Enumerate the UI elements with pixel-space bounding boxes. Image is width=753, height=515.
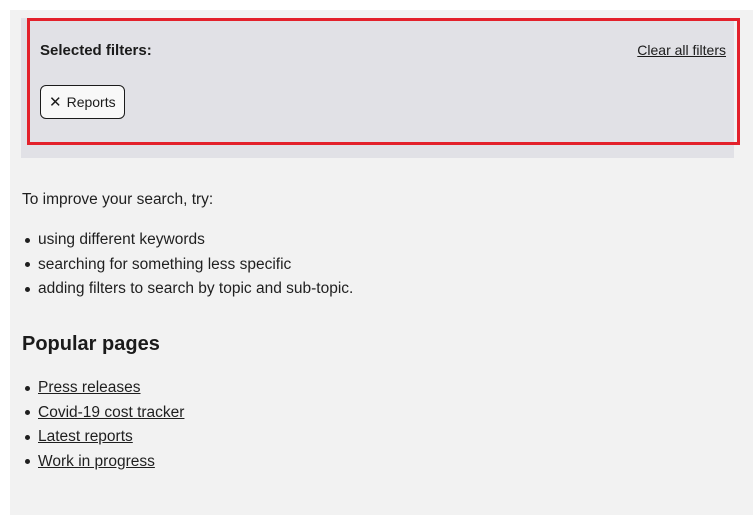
clear-all-filters-link[interactable]: Clear all filters bbox=[637, 42, 726, 58]
popular-pages-heading: Popular pages bbox=[22, 333, 160, 355]
selected-filters-panel bbox=[21, 18, 734, 158]
search-tips-intro: To improve your search, try: bbox=[22, 191, 214, 208]
filter-chip-label: Reports bbox=[66, 94, 116, 110]
bullet-icon bbox=[25, 262, 30, 268]
tip-text: searching for something less specific bbox=[38, 255, 292, 273]
bullet-icon bbox=[25, 434, 30, 440]
bullet-icon bbox=[25, 385, 30, 391]
bullet-icon bbox=[25, 410, 30, 416]
tip-text: adding filters to search by topic and su… bbox=[38, 280, 354, 297]
list-item: Work in progress bbox=[22, 450, 184, 475]
bullet-icon bbox=[25, 459, 30, 465]
list-item: Latest reports bbox=[22, 425, 184, 450]
link-latest-reports[interactable]: Latest reports bbox=[38, 425, 133, 450]
link-covid-19-cost-tracker[interactable]: Covid-19 cost tracker bbox=[38, 401, 184, 426]
selected-filters-heading: Selected filters: bbox=[40, 42, 152, 59]
link-press-releases[interactable]: Press releases bbox=[38, 376, 141, 401]
list-item: searching for something less specific bbox=[22, 253, 353, 278]
list-item: using different keywords bbox=[22, 228, 353, 253]
close-icon: ✕ bbox=[49, 93, 62, 111]
filter-chip-reports[interactable]: ✕ Reports bbox=[40, 85, 125, 119]
link-work-in-progress[interactable]: Work in progress bbox=[38, 450, 155, 475]
tip-text: using different keywords bbox=[38, 231, 205, 248]
list-item: adding filters to search by topic and su… bbox=[22, 277, 353, 302]
popular-pages-list: Press releases Covid-19 cost tracker Lat… bbox=[22, 376, 184, 474]
search-tips-list: using different keywords searching for s… bbox=[22, 228, 353, 302]
bullet-icon bbox=[25, 237, 30, 243]
bullet-icon bbox=[25, 286, 30, 292]
list-item: Covid-19 cost tracker bbox=[22, 401, 184, 426]
list-item: Press releases bbox=[22, 376, 184, 401]
